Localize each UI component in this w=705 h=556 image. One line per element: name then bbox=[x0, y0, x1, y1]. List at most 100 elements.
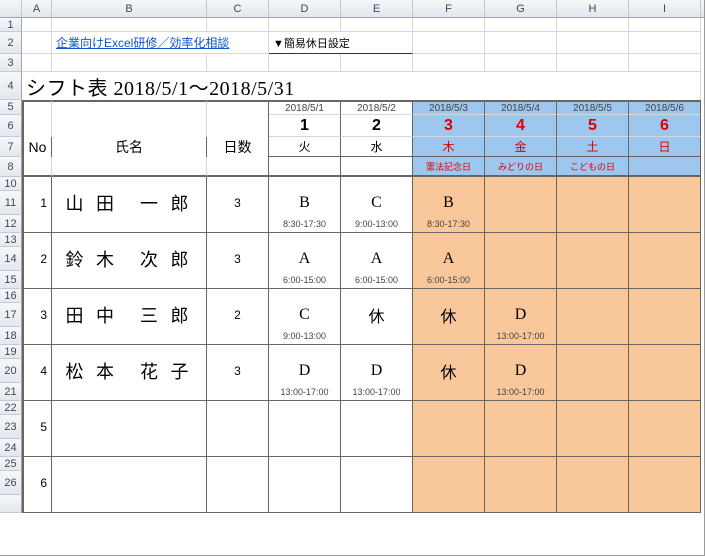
no-cell[interactable]: 3 bbox=[22, 303, 52, 327]
date-header[interactable]: 2018/5/4 bbox=[485, 100, 557, 115]
cell[interactable] bbox=[557, 32, 629, 54]
row-header-2[interactable]: 2 bbox=[0, 32, 22, 54]
shift-cell-top[interactable] bbox=[341, 177, 413, 191]
date-header[interactable]: 2018/5/1 bbox=[269, 100, 341, 115]
no-cell[interactable] bbox=[22, 439, 52, 457]
row-header-14[interactable]: 14 bbox=[0, 247, 22, 271]
no-cell[interactable] bbox=[22, 289, 52, 303]
shift-time[interactable] bbox=[629, 383, 701, 401]
col-header-F[interactable]: F bbox=[413, 0, 485, 17]
no-cell[interactable] bbox=[22, 233, 52, 247]
shift-code[interactable] bbox=[413, 415, 485, 439]
days-cell[interactable]: 3 bbox=[207, 191, 269, 215]
cell[interactable] bbox=[22, 32, 52, 54]
name-cell[interactable] bbox=[52, 271, 207, 289]
date-header[interactable]: 2018/5/3 bbox=[413, 100, 485, 115]
shift-cell-top[interactable] bbox=[413, 457, 485, 471]
holiday-toggle[interactable]: ▼簡易休日設定 bbox=[269, 32, 413, 54]
shift-time[interactable] bbox=[557, 327, 629, 345]
shift-time[interactable] bbox=[341, 439, 413, 457]
shift-code[interactable]: 休 bbox=[413, 303, 485, 327]
shift-cell-top[interactable] bbox=[629, 233, 701, 247]
shift-cell-top[interactable] bbox=[557, 233, 629, 247]
row-header-18[interactable]: 18 bbox=[0, 327, 22, 345]
date-header[interactable]: 2018/5/5 bbox=[557, 100, 629, 115]
shift-cell-top[interactable] bbox=[629, 345, 701, 359]
days-cell[interactable] bbox=[207, 327, 269, 345]
row-header-19[interactable]: 19 bbox=[0, 345, 22, 359]
shift-code[interactable] bbox=[269, 471, 341, 495]
col-header-A[interactable]: A bbox=[22, 0, 52, 17]
row-header-21[interactable]: 21 bbox=[0, 383, 22, 401]
shift-cell-top[interactable] bbox=[269, 345, 341, 359]
name-cell[interactable] bbox=[52, 289, 207, 303]
cell[interactable] bbox=[629, 54, 701, 72]
shift-code[interactable] bbox=[557, 247, 629, 271]
shift-cell-top[interactable] bbox=[629, 457, 701, 471]
row-header-23[interactable]: 23 bbox=[0, 415, 22, 439]
row-header-1[interactable]: 1 bbox=[0, 18, 22, 32]
cell[interactable] bbox=[269, 18, 341, 32]
shift-cell-top[interactable] bbox=[629, 289, 701, 303]
days-cell[interactable] bbox=[207, 439, 269, 457]
shift-code[interactable]: B bbox=[269, 191, 341, 215]
cell[interactable] bbox=[629, 18, 701, 32]
shift-cell-top[interactable] bbox=[413, 289, 485, 303]
shift-time[interactable]: 8:30-17:30 bbox=[269, 215, 341, 233]
days-cell[interactable]: 2 bbox=[207, 303, 269, 327]
name-cell[interactable] bbox=[52, 177, 207, 191]
shift-code[interactable] bbox=[557, 359, 629, 383]
shift-code[interactable]: C bbox=[341, 191, 413, 215]
row-header-24[interactable]: 24 bbox=[0, 439, 22, 457]
cell[interactable] bbox=[413, 54, 485, 72]
shift-time[interactable] bbox=[557, 495, 629, 513]
holiday-name[interactable] bbox=[341, 157, 413, 177]
weekday[interactable]: 水 bbox=[341, 137, 413, 157]
sheet-title[interactable]: シフト表 2018/5/1～2018/5/31 bbox=[22, 72, 701, 100]
name-cell[interactable]: 松 本 花 子 bbox=[52, 359, 207, 383]
days-cell[interactable] bbox=[207, 495, 269, 513]
shift-time[interactable]: 8:30-17:30 bbox=[413, 215, 485, 233]
shift-code[interactable] bbox=[413, 471, 485, 495]
name-cell[interactable] bbox=[52, 215, 207, 233]
days-cell[interactable] bbox=[207, 271, 269, 289]
no-cell[interactable]: 2 bbox=[22, 247, 52, 271]
header-name[interactable]: 氏名 bbox=[52, 137, 207, 157]
shift-code[interactable]: D bbox=[485, 303, 557, 327]
shift-code[interactable] bbox=[557, 415, 629, 439]
row-header-13[interactable]: 13 bbox=[0, 233, 22, 247]
cell[interactable] bbox=[485, 18, 557, 32]
holiday-name[interactable]: みどりの日 bbox=[485, 157, 557, 177]
shift-cell-top[interactable] bbox=[629, 401, 701, 415]
days-cell[interactable] bbox=[207, 401, 269, 415]
shift-code[interactable] bbox=[485, 471, 557, 495]
days-cell[interactable]: 3 bbox=[207, 359, 269, 383]
cell[interactable] bbox=[485, 32, 557, 54]
row-header-5[interactable]: 5 bbox=[0, 100, 22, 115]
no-cell[interactable] bbox=[22, 383, 52, 401]
row-header-25[interactable]: 25 bbox=[0, 457, 22, 471]
cell[interactable] bbox=[22, 115, 52, 137]
shift-time[interactable]: 6:00-15:00 bbox=[269, 271, 341, 289]
days-cell[interactable] bbox=[207, 345, 269, 359]
shift-code[interactable] bbox=[485, 247, 557, 271]
shift-code[interactable]: A bbox=[413, 247, 485, 271]
shift-code[interactable]: D bbox=[341, 359, 413, 383]
shift-code[interactable]: A bbox=[341, 247, 413, 271]
no-cell[interactable]: 5 bbox=[22, 415, 52, 439]
shift-time[interactable] bbox=[557, 383, 629, 401]
shift-time[interactable]: 9:00-13:00 bbox=[269, 327, 341, 345]
col-header-I[interactable]: I bbox=[629, 0, 701, 17]
shift-time[interactable] bbox=[629, 271, 701, 289]
row-header-11[interactable]: 11 bbox=[0, 191, 22, 215]
days-cell[interactable] bbox=[207, 471, 269, 495]
shift-code[interactable] bbox=[485, 191, 557, 215]
header-no[interactable]: No bbox=[22, 137, 52, 157]
shift-cell-top[interactable] bbox=[269, 457, 341, 471]
shift-time[interactable] bbox=[341, 495, 413, 513]
training-link-cell[interactable]: 企業向けExcel研修／効率化相談 bbox=[52, 32, 269, 54]
day-number[interactable]: 3 bbox=[413, 115, 485, 137]
name-cell[interactable] bbox=[52, 457, 207, 471]
shift-time[interactable]: 13:00-17:00 bbox=[269, 383, 341, 401]
row-header-12[interactable]: 12 bbox=[0, 215, 22, 233]
